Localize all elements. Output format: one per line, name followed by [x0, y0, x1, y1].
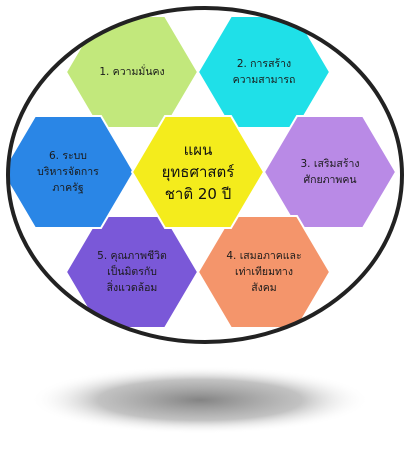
- strategy-label-4: 4. เสมอภาคและ เท่าเทียมทาง สังคม: [226, 250, 302, 294]
- drop-shadow: [30, 366, 370, 434]
- strategy-label-1: 1. ความมั่นคง: [99, 66, 165, 78]
- center-label: แผน ยุทธศาสตร์ ชาติ 20 ปี: [161, 141, 235, 203]
- strategy-label-2: 2. การสร้าง ความสามารถ: [232, 58, 296, 86]
- strategy-label-5: 5. คุณภาพชีวิต เป็นมิตรกับ สิ่งแวดล้อม: [97, 250, 167, 294]
- strategy-diagram: [6, 6, 404, 434]
- strategy-label-6: 6. ระบบ บริหารจัดการ ภาครัฐ: [37, 150, 99, 194]
- strategy-label-3: 3. เสริมสร้าง ศักยภาพคน: [300, 158, 360, 186]
